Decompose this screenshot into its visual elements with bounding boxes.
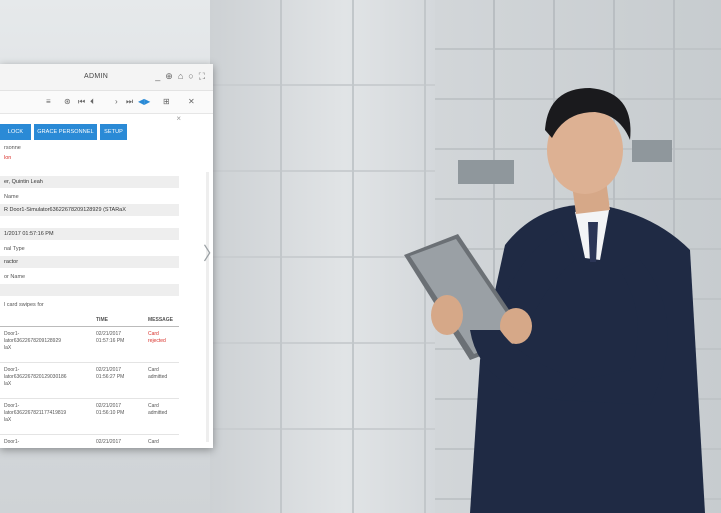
reader-cell: Door1- lator63622678209128929 laX xyxy=(4,331,61,351)
last-icon[interactable]: ⏭ xyxy=(126,97,133,107)
time-cell: 02/21/2017 01:56:27 PM xyxy=(96,367,125,380)
panel-close-icon[interactable]: × xyxy=(176,114,181,123)
clock-icon[interactable]: ○ xyxy=(188,71,193,82)
scrollbar[interactable] xyxy=(206,172,209,442)
message-cell: Card xyxy=(148,439,159,445)
menu-icon[interactable]: ≡ xyxy=(46,97,51,106)
visitor-name-field xyxy=(0,284,179,296)
message-cell: Card admitted xyxy=(148,403,168,416)
settings-icon[interactable]: ⊛ xyxy=(64,97,71,106)
lock-door-button[interactable]: LOCK DOOR xyxy=(0,124,31,151)
chevron-right-icon[interactable]: 〉 xyxy=(203,240,221,266)
first-icon[interactable]: ⏮ xyxy=(78,97,85,107)
toolbar: ≡ ⊛ ⏮ ⏴ › ⏭ ◀▶ ⊞ ✕ xyxy=(0,91,213,114)
message-cell: Card rejected xyxy=(148,331,166,344)
table-row[interactable]: Door1- 02/21/2017 Card xyxy=(0,435,179,448)
personnel-name-field: er, Quintin Leah xyxy=(0,176,179,188)
fullscreen-icon[interactable]: ⛶ xyxy=(199,71,205,82)
next-icon[interactable]: › xyxy=(115,97,118,106)
reader-cell: Door1- xyxy=(4,439,20,445)
close-icon[interactable]: ✕ xyxy=(188,97,195,106)
visitor-name-label: or Name xyxy=(4,274,26,280)
title-bar-controls: _ ⊕ ⌂ ○ ⛶ xyxy=(155,71,205,82)
personnel-type-field: ractor xyxy=(0,256,179,268)
reader-name-field: R Door1-Simulator63622678209128929 (STAR… xyxy=(0,204,179,216)
minimize-icon[interactable]: _ xyxy=(155,71,160,82)
grace-personnel-button[interactable]: GRACE PERSONNEL xyxy=(34,124,97,140)
time-cell: 02/21/2017 01:56:10 PM xyxy=(96,403,125,416)
setup-button[interactable]: SETUP xyxy=(100,124,127,140)
layout-icon[interactable]: ⊞ xyxy=(163,97,170,106)
message-column-header: MESSAGE xyxy=(148,317,174,323)
app-title: ADMIN xyxy=(84,73,109,80)
time-cell: 02/21/2017 xyxy=(96,439,122,445)
globe-icon[interactable]: ⊕ xyxy=(165,71,173,82)
app-window: ADMIN _ ⊕ ⌂ ○ ⛶ ≡ ⊛ ⏮ ⏴ › ⏭ ◀▶ ⊞ ✕ × LOC… xyxy=(0,64,213,448)
status-label: lon xyxy=(4,155,12,161)
prev-icon[interactable]: ⏴ xyxy=(90,97,94,107)
table-row[interactable]: Door1- lator63622678209128929 laX 02/21/20… xyxy=(0,327,179,363)
message-cell: Card admitted xyxy=(148,367,168,380)
personnel-type-label: nal Type xyxy=(4,246,25,252)
timestamp-field: 1/2017 01:57:16 PM xyxy=(0,228,179,240)
reader-cell: Door1- lator6362267821177419819 laX xyxy=(4,403,67,423)
card-swipes-label: l card swipes for xyxy=(4,302,44,308)
title-bar: ADMIN _ ⊕ ⌂ ○ ⛶ xyxy=(0,64,213,91)
personnel-label: rsonne xyxy=(4,145,21,151)
home-icon[interactable]: ⌂ xyxy=(178,71,183,82)
time-cell: 02/21/2017 01:57:16 PM xyxy=(96,331,125,344)
table-row[interactable]: Door1- lator6362267820129030186 laX 02/21/… xyxy=(0,363,179,399)
reader-cell: Door1- lator6362267820129030186 laX xyxy=(4,367,67,387)
time-column-header: TIME xyxy=(96,317,108,323)
playback-icon[interactable]: ◀▶ xyxy=(138,97,150,106)
table-row[interactable]: Door1- lator6362267821177419819 laX 02/21/… xyxy=(0,399,179,435)
details-panel: × LOCK DOOR GRACE PERSONNEL SETUP rsonne… xyxy=(0,112,213,448)
reader-name-label: Name xyxy=(4,194,19,200)
